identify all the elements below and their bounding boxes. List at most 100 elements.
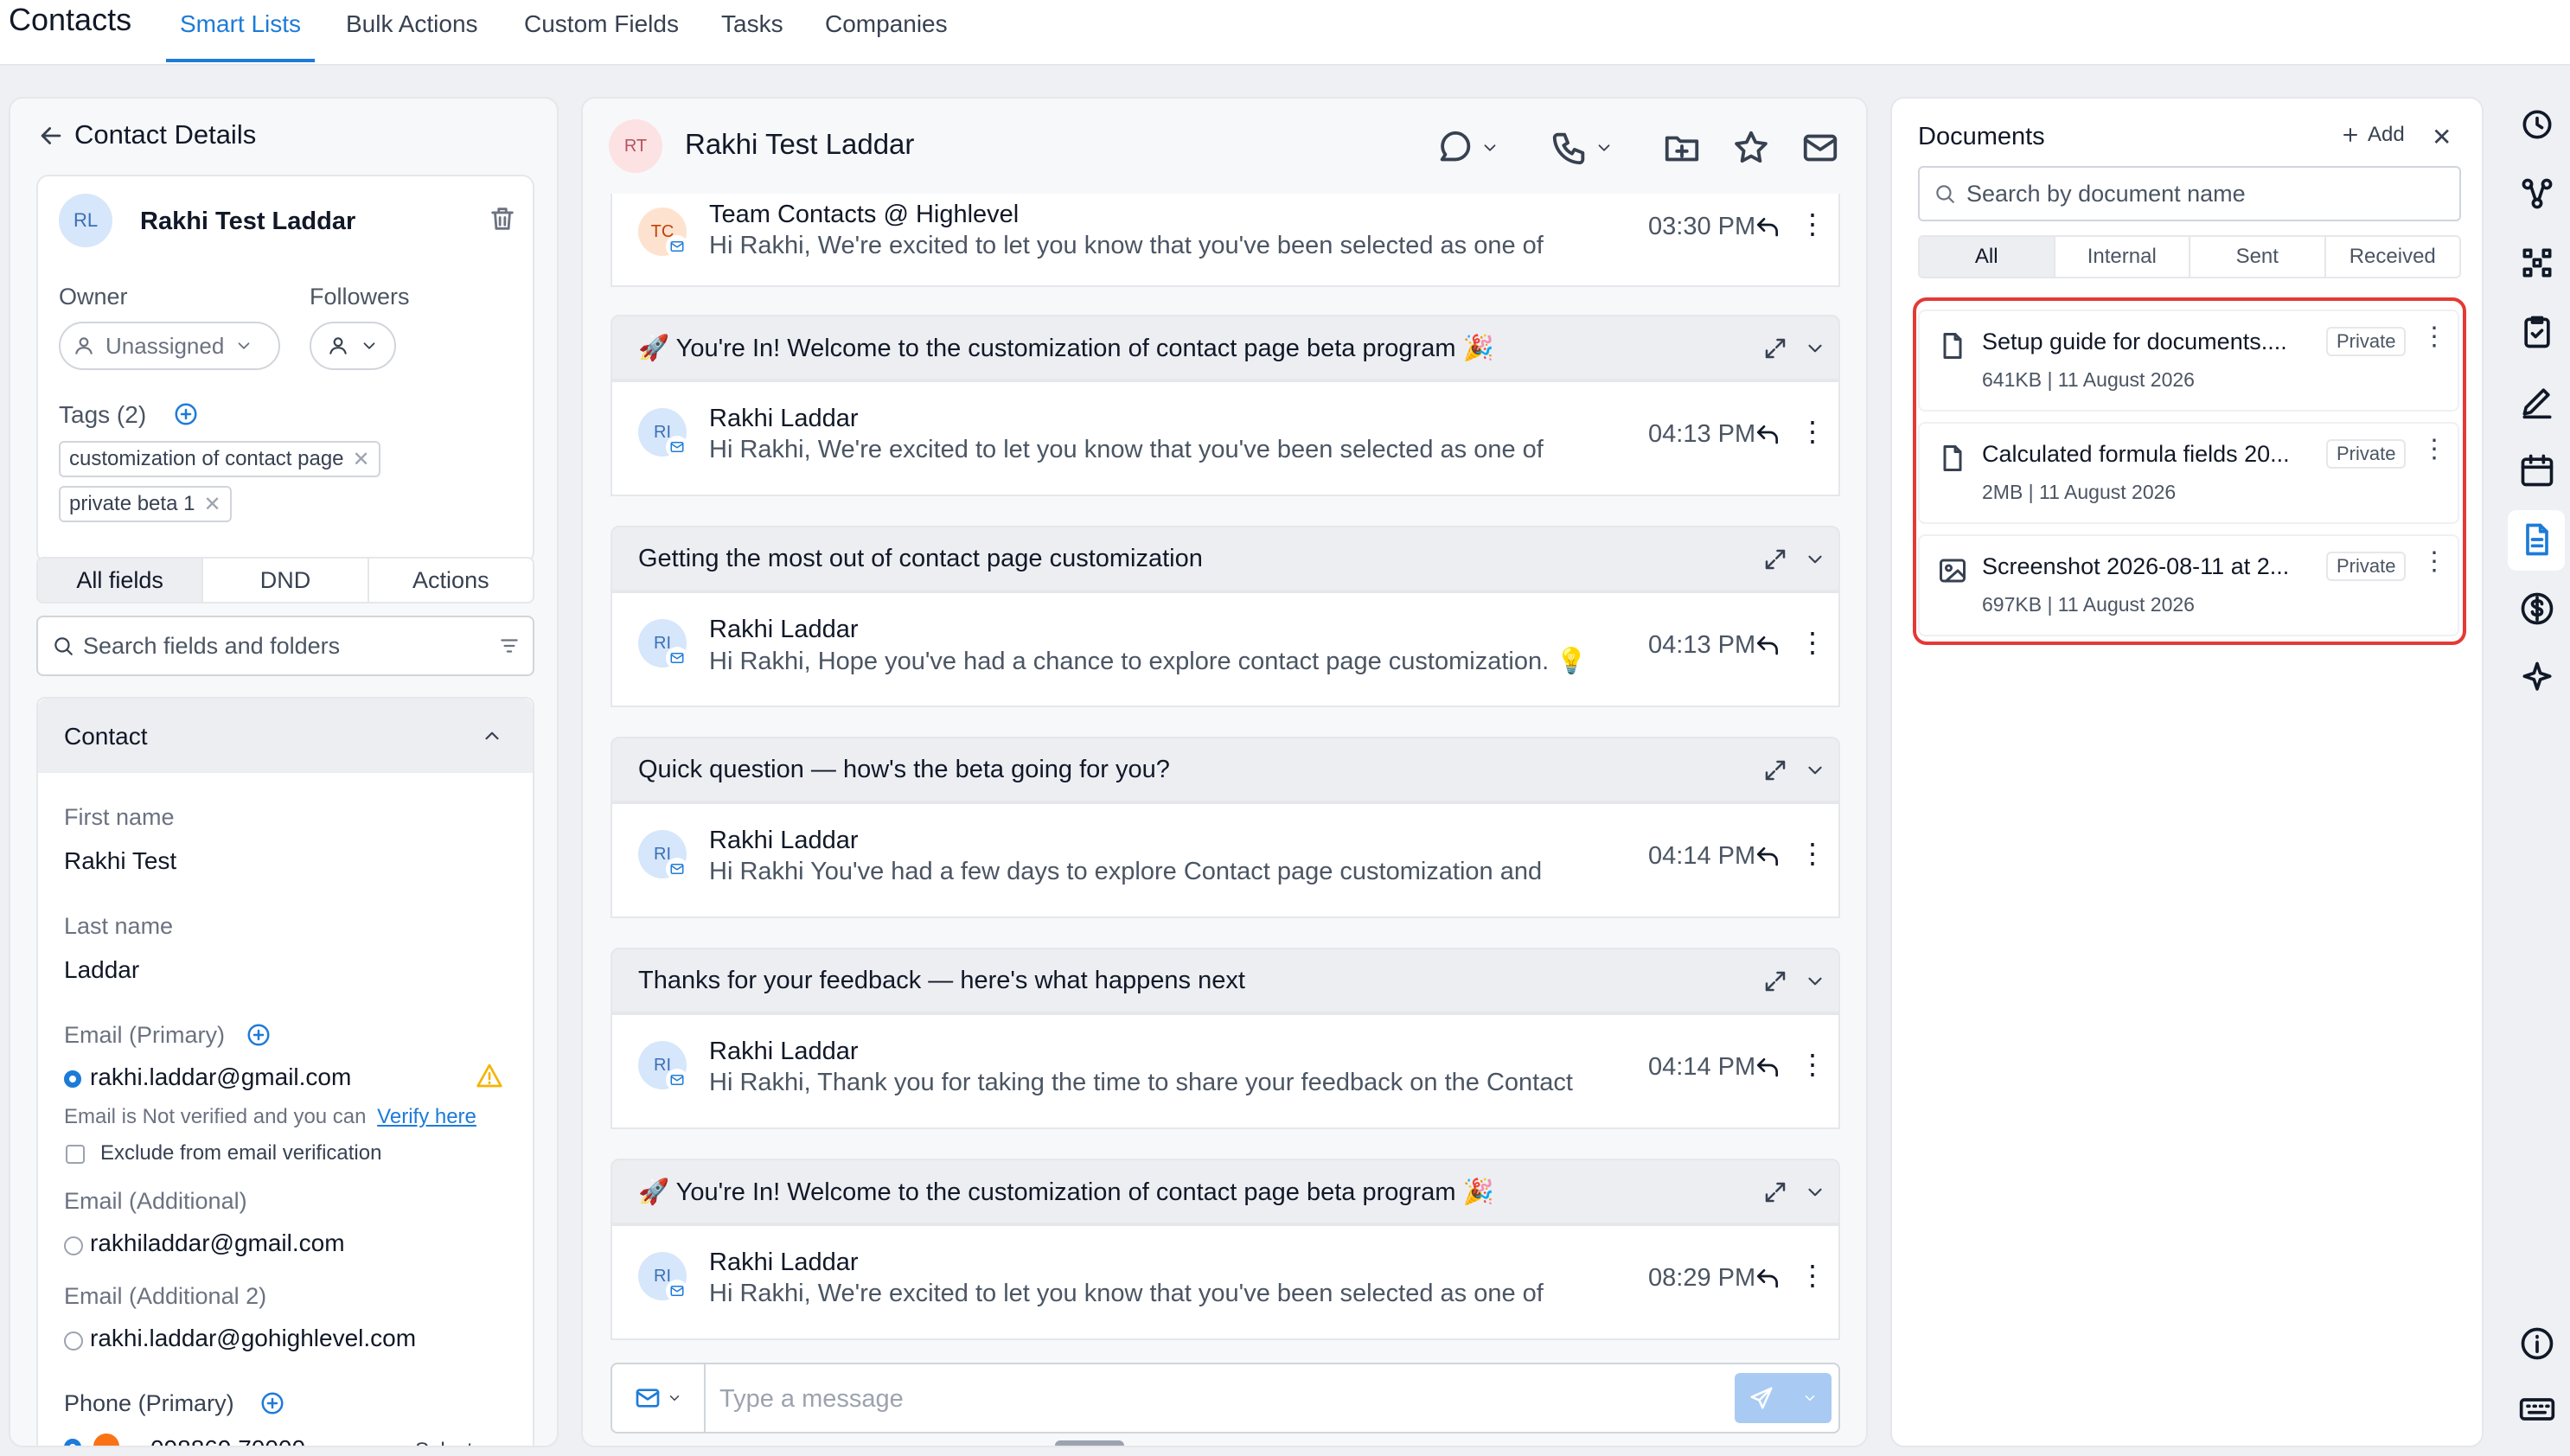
- add-document-button[interactable]: Add: [2340, 123, 2405, 147]
- message-item[interactable]: RI Rakhi Laddar Hi Rakhi, Hope you've had …: [611, 591, 1840, 707]
- thread-header[interactable]: 🚀 You're In! Welcome to the customizatio…: [611, 1159, 1840, 1224]
- more-options-icon[interactable]: ⋮: [2421, 434, 2447, 464]
- more-options-icon[interactable]: ⋮: [2421, 322, 2447, 352]
- filter-internal[interactable]: Internal: [2053, 237, 2190, 277]
- chevron-down-icon[interactable]: [1804, 759, 1826, 782]
- email-additional2-value[interactable]: rakhi.laddar@gohighlevel.com: [90, 1325, 416, 1352]
- more-options-icon[interactable]: ⋮: [1799, 1259, 1826, 1292]
- expand-icon[interactable]: [1762, 968, 1788, 994]
- document-item[interactable]: Screenshot 2026-08-11 at 2... 697KB | 11…: [1918, 534, 2459, 636]
- followers-select[interactable]: [310, 322, 396, 370]
- star-icon[interactable]: [1731, 128, 1771, 168]
- message-item[interactable]: RI Rakhi Laddar Hi Rakhi, We're excited to…: [611, 380, 1840, 496]
- chevron-down-icon[interactable]: [1804, 970, 1826, 993]
- exclude-checkbox[interactable]: [66, 1145, 85, 1164]
- tag-chip[interactable]: private beta 1 ✕: [59, 486, 232, 522]
- tab-all-fields[interactable]: All fields: [38, 559, 202, 602]
- add-email-icon[interactable]: [246, 1022, 272, 1048]
- tag-chip[interactable]: customization of contact page ✕: [59, 441, 380, 477]
- more-options-icon[interactable]: ⋮: [1799, 1048, 1826, 1081]
- dollar-icon[interactable]: [2518, 590, 2556, 628]
- pen-icon[interactable]: [2518, 382, 2556, 420]
- search-fields-input[interactable]: Search fields and folders: [36, 616, 534, 676]
- tab-custom-fields[interactable]: Custom Fields: [524, 9, 679, 62]
- document-icon[interactable]: [2518, 520, 2556, 559]
- thread-header[interactable]: Quick question — how's the beta going fo…: [611, 737, 1840, 802]
- phone-value[interactable]: 098869 70000: [150, 1435, 305, 1446]
- add-tag-icon[interactable]: [173, 401, 199, 427]
- reply-icon[interactable]: [1754, 422, 1781, 450]
- expand-icon[interactable]: [1762, 1179, 1788, 1205]
- tab-bulk-actions[interactable]: Bulk Actions: [346, 9, 478, 62]
- sparkle-icon[interactable]: [2518, 659, 2556, 697]
- filter-icon[interactable]: [498, 635, 521, 657]
- chevron-down-icon[interactable]: [1804, 548, 1826, 571]
- reply-icon[interactable]: [1754, 1055, 1781, 1082]
- expand-icon[interactable]: [1762, 757, 1788, 783]
- more-options-icon[interactable]: ⋮: [1799, 626, 1826, 659]
- tab-actions[interactable]: Actions: [367, 559, 533, 602]
- send-button[interactable]: [1735, 1373, 1832, 1423]
- tab-smart-lists[interactable]: Smart Lists: [166, 9, 316, 62]
- filter-all[interactable]: All: [1920, 237, 2054, 277]
- document-item[interactable]: Calculated formula fields 20... 2MB | 11…: [1918, 422, 2459, 524]
- apps-icon[interactable]: [2518, 244, 2556, 282]
- chevron-down-icon[interactable]: [1804, 337, 1826, 360]
- message-item[interactable]: TC Team Contacts @ Highlevel Hi Rakhi, W…: [611, 194, 1840, 287]
- message-input[interactable]: Type a message: [719, 1385, 904, 1414]
- close-icon[interactable]: ✕: [2432, 123, 2452, 151]
- back-arrow-icon[interactable]: [36, 121, 66, 150]
- message-item[interactable]: RI Rakhi Laddar Hi Rakhi You've had a few …: [611, 802, 1840, 918]
- more-options-icon[interactable]: ⋮: [2421, 546, 2447, 577]
- document-search-input[interactable]: Search by document name: [1918, 166, 2461, 221]
- tab-dnd[interactable]: DND: [201, 559, 367, 602]
- reply-icon[interactable]: [1754, 214, 1781, 242]
- keyboard-icon[interactable]: [2518, 1390, 2556, 1428]
- tab-companies[interactable]: Companies: [825, 9, 948, 62]
- more-options-icon[interactable]: ⋮: [1799, 837, 1826, 870]
- primary-radio[interactable]: [64, 1070, 81, 1088]
- verify-link[interactable]: Verify here: [377, 1105, 476, 1128]
- tab-tasks[interactable]: Tasks: [721, 9, 783, 62]
- first-name-value[interactable]: Rakhi Test: [64, 847, 176, 875]
- history-icon[interactable]: [2518, 105, 2556, 144]
- country-flag-icon[interactable]: [93, 1434, 119, 1446]
- message-item[interactable]: RI Rakhi Laddar Hi Rakhi, We're excited to…: [611, 1224, 1840, 1340]
- email-primary-value[interactable]: rakhi.laddar@gmail.com: [90, 1063, 351, 1091]
- chat-channel-button[interactable]: [1435, 128, 1499, 168]
- document-item[interactable]: Setup guide for documents.... 641KB | 11…: [1918, 310, 2459, 412]
- trash-icon[interactable]: [488, 204, 517, 233]
- calendar-icon[interactable]: [2518, 451, 2556, 489]
- more-options-icon[interactable]: ⋮: [1799, 208, 1826, 240]
- email-icon[interactable]: [1800, 128, 1840, 168]
- owner-select[interactable]: Unassigned: [59, 322, 280, 370]
- more-options-icon[interactable]: ⋮: [1799, 415, 1826, 448]
- chevron-down-icon[interactable]: [1804, 1181, 1826, 1204]
- thread-header[interactable]: Thanks for your feedback — here's what h…: [611, 948, 1840, 1013]
- section-header[interactable]: Contact: [38, 699, 533, 773]
- task-icon[interactable]: [2518, 313, 2556, 351]
- filter-sent[interactable]: Sent: [2189, 237, 2324, 277]
- thread-header[interactable]: Getting the most out of contact page cus…: [611, 526, 1840, 591]
- reply-icon[interactable]: [1754, 1266, 1781, 1293]
- folder-add-icon[interactable]: [1662, 128, 1702, 168]
- channel-select[interactable]: [612, 1364, 706, 1432]
- filter-received[interactable]: Received: [2324, 237, 2460, 277]
- last-name-value[interactable]: Laddar: [64, 956, 139, 984]
- radio[interactable]: [64, 1236, 83, 1255]
- info-icon[interactable]: [2518, 1325, 2556, 1363]
- thread-header[interactable]: 🚀 You're In! Welcome to the customizatio…: [611, 315, 1840, 380]
- call-button[interactable]: [1550, 128, 1614, 168]
- radio[interactable]: [64, 1331, 83, 1351]
- email-additional-value[interactable]: rakhiladdar@gmail.com: [90, 1229, 345, 1257]
- primary-radio[interactable]: [64, 1439, 81, 1446]
- message-item[interactable]: RI Rakhi Laddar Hi Rakhi, Thank you for ta…: [611, 1013, 1840, 1129]
- expand-icon[interactable]: [1762, 335, 1788, 361]
- reply-icon[interactable]: [1754, 633, 1781, 661]
- reply-icon[interactable]: [1754, 844, 1781, 872]
- remove-tag-icon[interactable]: ✕: [353, 447, 370, 472]
- expand-icon[interactable]: [1762, 546, 1788, 572]
- workflow-icon[interactable]: [2518, 175, 2556, 213]
- add-phone-icon[interactable]: [259, 1390, 285, 1416]
- remove-tag-icon[interactable]: ✕: [203, 492, 221, 517]
